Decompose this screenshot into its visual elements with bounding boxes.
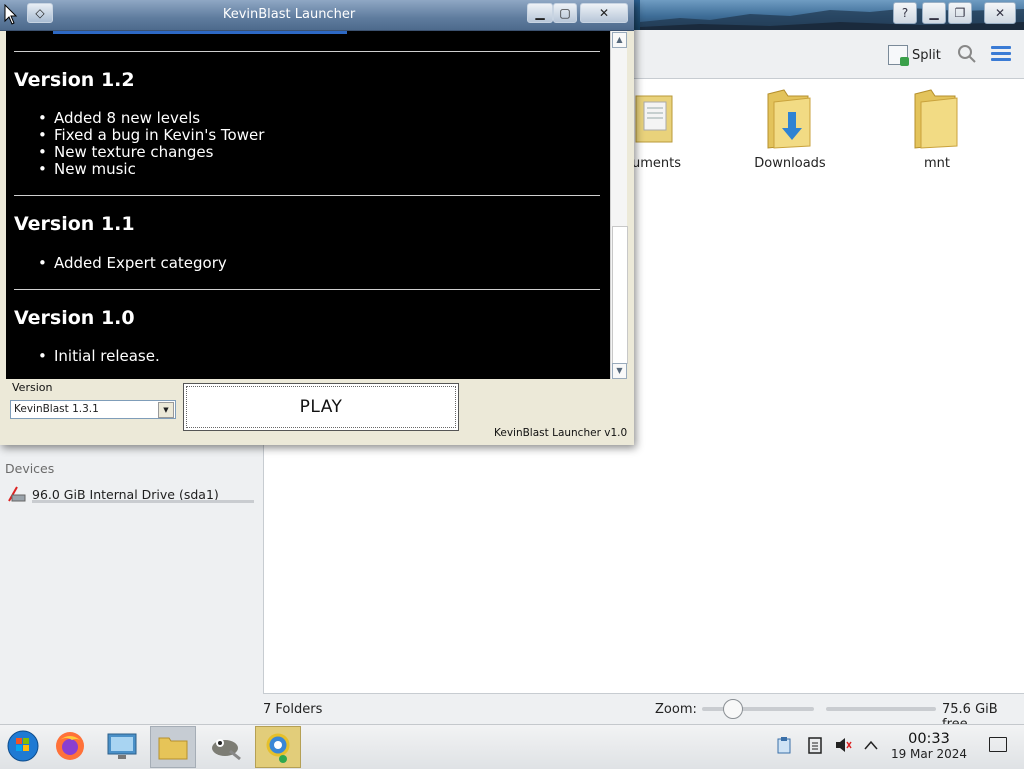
divider bbox=[14, 289, 600, 290]
scroll-down-icon[interactable]: ▼ bbox=[612, 363, 627, 379]
minimize-button[interactable]: ▁ bbox=[527, 3, 553, 23]
launcher-version-footer: KevinBlast Launcher v1.0 bbox=[494, 427, 628, 439]
list-item: Added 8 new levels bbox=[36, 110, 264, 128]
changelog-list: Added 8 new levels Fixed a bug in Kevin'… bbox=[36, 110, 264, 179]
notes-tray-icon[interactable] bbox=[806, 736, 824, 754]
folder-label: mnt bbox=[924, 156, 950, 171]
version-label: Version bbox=[12, 381, 53, 394]
monitor-icon bbox=[107, 733, 137, 759]
list-item: New music bbox=[36, 161, 264, 179]
version-heading: Version 1.0 bbox=[14, 307, 135, 329]
launcher-title: KevinBlast Launcher bbox=[222, 7, 356, 22]
firefox-icon bbox=[56, 732, 84, 760]
zoom-label: Zoom: bbox=[655, 702, 697, 717]
help-button[interactable]: ? bbox=[893, 2, 917, 24]
changelog-list: Initial release. bbox=[36, 348, 160, 366]
clock-date[interactable]: 19 Mar 2024 bbox=[888, 747, 970, 761]
drive-usage-bar bbox=[32, 500, 254, 503]
list-item: Added Expert category bbox=[36, 255, 227, 273]
gimp-icon bbox=[212, 739, 241, 761]
kevinblast-taskbar-button[interactable] bbox=[255, 726, 301, 768]
volume-muted-icon[interactable] bbox=[834, 736, 852, 754]
folder-icon bbox=[911, 88, 963, 150]
split-view-icon bbox=[888, 45, 909, 66]
version-select[interactable]: KevinBlast 1.3.1 ▼ bbox=[10, 400, 176, 419]
minimize-button[interactable]: ▁ bbox=[922, 2, 946, 24]
folder-icon bbox=[158, 737, 188, 760]
folder-mnt[interactable]: mnt bbox=[877, 88, 997, 171]
version-select-value: KevinBlast 1.3.1 bbox=[14, 403, 99, 415]
folder-label: Downloads bbox=[754, 156, 826, 171]
launcher-window: ◇ KevinBlast Launcher ▁ ▢ ✕ Version 1.2 … bbox=[0, 0, 634, 445]
file-manager-taskbar-button[interactable] bbox=[150, 726, 196, 768]
divider bbox=[14, 51, 600, 52]
clock-time[interactable]: 00:33 bbox=[895, 731, 963, 747]
scrollbar-thumb[interactable] bbox=[612, 226, 628, 364]
start-orb-icon bbox=[7, 730, 39, 762]
scroll-up-icon[interactable]: ▲ bbox=[612, 32, 627, 48]
search-icon[interactable] bbox=[957, 44, 977, 64]
list-item: Initial release. bbox=[36, 348, 160, 366]
folder-downloads[interactable]: Downloads bbox=[730, 88, 850, 171]
devices-section-title: Devices bbox=[5, 461, 55, 476]
split-label: Split bbox=[912, 47, 941, 63]
maximize-button[interactable]: ▢ bbox=[553, 3, 577, 23]
launcher-titlebar[interactable]: ◇ KevinBlast Launcher ▁ ▢ ✕ bbox=[0, 0, 634, 31]
gimp-taskbar-button[interactable] bbox=[203, 726, 247, 766]
play-button[interactable]: PLAY bbox=[183, 383, 459, 431]
close-button[interactable]: ✕ bbox=[984, 2, 1016, 24]
folder-count: 7 Folders bbox=[263, 702, 323, 717]
version-heading: Version 1.1 bbox=[14, 213, 135, 235]
show-hidden-icons-chevron-icon[interactable] bbox=[862, 736, 880, 754]
start-menu-button[interactable] bbox=[1, 726, 45, 766]
close-button[interactable]: ✕ bbox=[580, 3, 628, 23]
changelog-list: Added Expert category bbox=[36, 255, 227, 273]
kevinblast-icon bbox=[266, 733, 290, 763]
free-space-bar bbox=[826, 707, 936, 711]
downloads-folder-icon bbox=[764, 88, 816, 150]
split-button[interactable]: Split bbox=[888, 44, 941, 66]
divider bbox=[14, 195, 600, 196]
list-item: Fixed a bug in Kevin's Tower bbox=[36, 127, 264, 145]
changelog-view[interactable]: Version 1.2 Added 8 new levels Fixed a b… bbox=[6, 31, 610, 379]
list-item: New texture changes bbox=[36, 144, 264, 162]
hamburger-menu-icon[interactable] bbox=[991, 46, 1011, 62]
partial-banner bbox=[53, 31, 347, 34]
maximize-button[interactable]: ❐ bbox=[948, 2, 972, 24]
chevron-down-icon[interactable]: ▼ bbox=[158, 402, 174, 418]
show-desktop-button[interactable] bbox=[989, 737, 1007, 752]
version-heading: Version 1.2 bbox=[14, 69, 135, 91]
clipboard-tray-icon[interactable] bbox=[775, 736, 793, 754]
firefox-taskbar-button[interactable] bbox=[48, 726, 92, 766]
zoom-slider-handle[interactable] bbox=[723, 699, 743, 719]
system-monitor-taskbar-button[interactable] bbox=[100, 726, 144, 766]
drive-icon bbox=[8, 486, 26, 502]
zoom-slider-track[interactable] bbox=[702, 707, 814, 711]
documents-folder-icon bbox=[630, 88, 682, 150]
changelog-scrollbar[interactable]: ▲ ▼ bbox=[610, 31, 628, 379]
